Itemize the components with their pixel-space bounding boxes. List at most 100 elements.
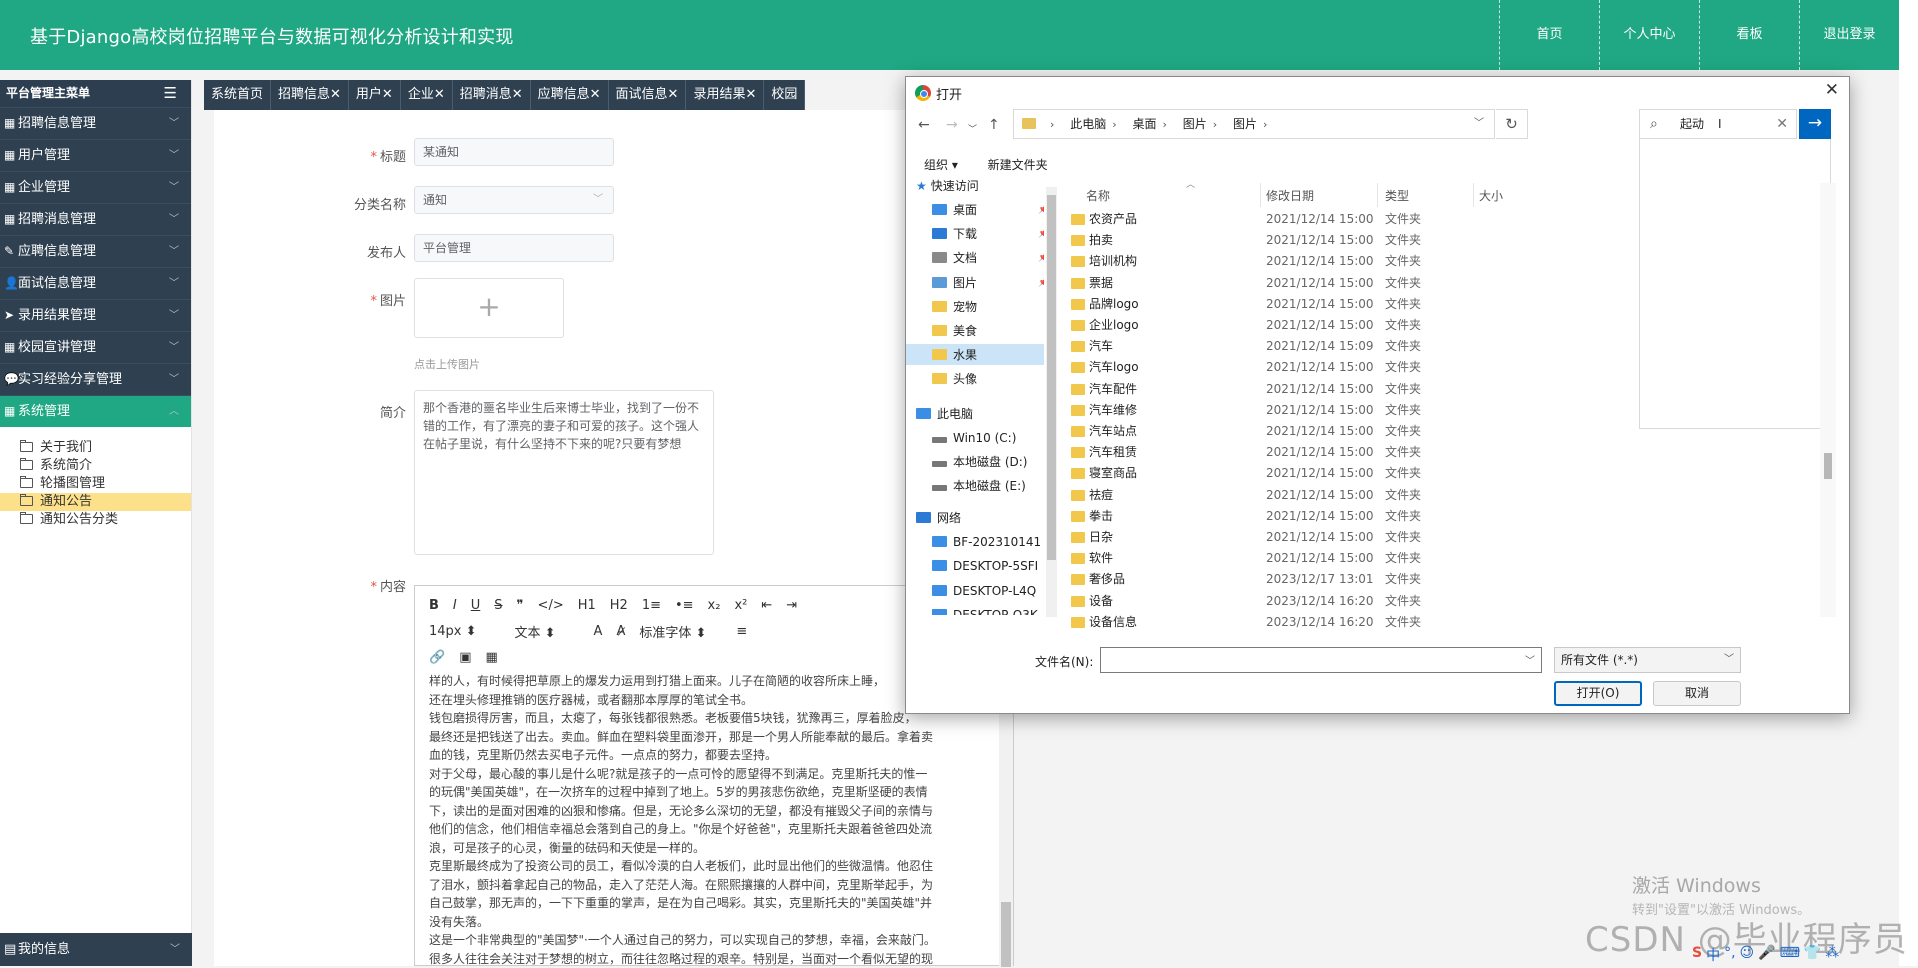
underline-icon[interactable]: U (471, 598, 481, 613)
sub-item-intro[interactable]: 系统简介 (0, 457, 191, 475)
superscript-icon[interactable]: x² (734, 598, 747, 613)
publisher-input[interactable]: 平台管理 (414, 234, 614, 262)
breadcrumb-pictures[interactable]: 图片 (1183, 117, 1207, 131)
column-date[interactable]: 修改日期 (1266, 187, 1314, 204)
close-icon[interactable]: ✕ (1825, 80, 1839, 100)
text-type-select[interactable]: 文本 ⬍ (515, 622, 556, 641)
outdent-icon[interactable]: ⇤ (761, 598, 772, 613)
tab-campus[interactable]: 校园 (764, 80, 805, 110)
nav-item[interactable]: 下载📌 (932, 223, 977, 245)
search-go-button[interactable]: → (1799, 109, 1831, 139)
image-upload-button[interactable]: + (414, 278, 564, 338)
search-input[interactable]: ⌕ 起动I ✕ (1639, 109, 1797, 139)
font-size-select[interactable]: 14px ⬍ (429, 624, 477, 639)
clear-icon[interactable]: ✕ (1776, 110, 1788, 138)
file-row[interactable]: 拍卖 2021/12/14 15:00 文件夹 (1049, 230, 1807, 251)
font-color-icon[interactable]: A (594, 624, 603, 639)
file-row[interactable]: 企业logo 2021/12/14 15:00 文件夹 (1049, 315, 1807, 336)
font-family-select[interactable]: 标准字体 ⬍ (639, 622, 706, 641)
skin-icon[interactable]: 👕 (1804, 945, 1821, 965)
nav-computer[interactable]: DESKTOP-O3K (932, 604, 1038, 615)
image-icon[interactable]: ▣ (459, 650, 471, 665)
file-row[interactable]: 软件 2021/12/14 15:00 文件夹 (1049, 548, 1807, 569)
file-row[interactable]: 日杂 2021/12/14 15:00 文件夹 (1049, 527, 1807, 548)
sidebar-group-recruit-msg[interactable]: ▦招聘消息管理﹀ (0, 203, 191, 235)
file-row[interactable]: 票据 2021/12/14 15:00 文件夹 (1049, 273, 1807, 294)
emoji-icon[interactable]: ☺ (1740, 945, 1755, 965)
nav-drive[interactable]: 本地磁盘 (E:) (932, 475, 1026, 497)
category-select[interactable]: 通知﹀ (414, 186, 614, 214)
file-row[interactable]: 汽车站点 2021/12/14 15:00 文件夹 (1049, 421, 1807, 442)
new-folder-button[interactable]: 新建文件夹 (988, 158, 1048, 172)
chinese-mode-icon[interactable]: 中 (1706, 945, 1720, 965)
up-icon[interactable]: ↑ (988, 117, 1000, 133)
nav-item[interactable]: 头像 (932, 368, 977, 390)
sidebar-group-hire-result[interactable]: ➤录用结果管理﹀ (0, 299, 191, 331)
sidebar-group-campus-talk[interactable]: ▦校园宣讲管理﹀ (0, 331, 191, 363)
organize-button[interactable]: 组织 ▾ (924, 158, 958, 172)
nav-item[interactable]: 桌面📌 (932, 199, 977, 221)
forward-icon[interactable]: → (946, 117, 958, 133)
sogou-logo-icon[interactable]: S (1692, 945, 1702, 965)
tab-interview[interactable]: 面试信息✕ (609, 80, 687, 110)
refresh-icon[interactable]: ↻ (1496, 109, 1528, 139)
nav-item[interactable]: 水果 (932, 344, 977, 366)
align-icon[interactable]: ≡ (736, 624, 747, 639)
editor-content[interactable]: 样的人，有时候得把草原上的爆发力运用到打猎上面来。儿子在简陋的收容所床上睡，还在… (429, 672, 989, 968)
file-row[interactable]: 奢侈品 2023/12/17 13:01 文件夹 (1049, 569, 1807, 590)
code-icon[interactable]: </> (538, 598, 564, 613)
file-row[interactable]: 寝室商品 2021/12/14 15:00 文件夹 (1049, 463, 1807, 484)
sidebar-group-application[interactable]: ✎应聘信息管理﹀ (0, 235, 191, 267)
nav-profile[interactable]: 个人中心 (1599, 0, 1699, 70)
tab-recruit-msg[interactable]: 招聘消息✕ (453, 80, 531, 110)
punctuation-icon[interactable]: °, (1724, 945, 1735, 965)
column-name[interactable]: 名称 (1086, 187, 1110, 204)
file-row[interactable]: 汽车logo 2021/12/14 15:00 文件夹 (1049, 357, 1807, 378)
filename-input[interactable]: ﹀ (1100, 647, 1542, 673)
back-icon[interactable]: ← (918, 117, 930, 133)
nav-network[interactable]: 网络 (916, 507, 961, 529)
file-list-scroll-thumb[interactable] (1824, 453, 1832, 479)
microphone-icon[interactable]: 🎤 (1758, 945, 1775, 965)
nav-drive[interactable]: Win10 (C:) (932, 427, 1016, 449)
nav-home[interactable]: 首页 (1499, 0, 1599, 70)
bold-icon[interactable]: B (429, 598, 439, 613)
nav-drive[interactable]: 本地磁盘 (D:) (932, 451, 1027, 473)
sidebar-group-recruit-info[interactable]: ▦招聘信息管理﹀ (0, 107, 191, 139)
bullet-list-icon[interactable]: •≡ (675, 598, 694, 613)
file-row[interactable]: 品牌logo 2021/12/14 15:00 文件夹 (1049, 294, 1807, 315)
file-row[interactable]: 设备 2023/12/14 16:20 文件夹 (1049, 591, 1807, 612)
breadcrumb-this-pc[interactable]: 此电脑 (1070, 117, 1106, 131)
chevron-down-icon[interactable]: ﹀ (1525, 652, 1535, 667)
nav-logout[interactable]: 退出登录 (1799, 0, 1899, 70)
sidebar-group-company[interactable]: ▦企业管理﹀ (0, 171, 191, 203)
breadcrumb-pictures-sub[interactable]: 图片 (1233, 117, 1257, 131)
file-row[interactable]: 汽车配件 2021/12/14 15:00 文件夹 (1049, 379, 1807, 400)
sub-item-notice[interactable]: 通知公告 (0, 493, 191, 511)
tab-application[interactable]: 应聘信息✕ (531, 80, 609, 110)
file-row[interactable]: 汽车租赁 2021/12/14 15:00 文件夹 (1049, 442, 1807, 463)
nav-item[interactable]: 文档📌 (932, 247, 977, 269)
background-color-icon[interactable]: A̷ (616, 624, 625, 639)
column-size[interactable]: 大小 (1479, 187, 1503, 204)
chevron-down-icon[interactable]: ﹀ (1474, 110, 1484, 138)
title-input[interactable]: 某通知 (414, 138, 614, 166)
sub-item-notice-category[interactable]: 通知公告分类 (0, 511, 191, 529)
italic-icon[interactable]: I (453, 598, 457, 613)
file-row[interactable]: 设备信息 2023/12/14 16:20 文件夹 (1049, 612, 1807, 633)
nav-item[interactable]: 宠物 (932, 296, 977, 318)
file-row[interactable]: 汽车 2021/12/14 15:09 文件夹 (1049, 336, 1807, 357)
sidebar-group-internship[interactable]: 💬实习经验分享管理﹀ (0, 363, 191, 395)
intro-textarea[interactable]: 那个香港的噩名毕业生后来博士毕业，找到了一份不错的工作，有了漂亮的妻子和可爱的孩… (414, 390, 714, 555)
file-row[interactable]: 拳击 2021/12/14 15:00 文件夹 (1049, 506, 1807, 527)
sidebar-group-system[interactable]: ▦系统管理︿ (0, 395, 191, 427)
sub-item-about[interactable]: 关于我们 (0, 439, 191, 457)
file-row[interactable]: 汽车维修 2021/12/14 15:00 文件夹 (1049, 400, 1807, 421)
recent-dropdown-icon[interactable]: ﹀ (968, 122, 977, 135)
nav-computer[interactable]: BF-202310141 (932, 531, 1041, 553)
breadcrumb-desktop[interactable]: 桌面 (1132, 117, 1156, 131)
sub-item-carousel[interactable]: 轮播图管理 (0, 475, 191, 493)
nav-this-pc[interactable]: 此电脑 (916, 403, 973, 425)
cancel-button[interactable]: 取消 (1653, 681, 1741, 706)
file-list-scrollbar[interactable] (1820, 183, 1836, 617)
